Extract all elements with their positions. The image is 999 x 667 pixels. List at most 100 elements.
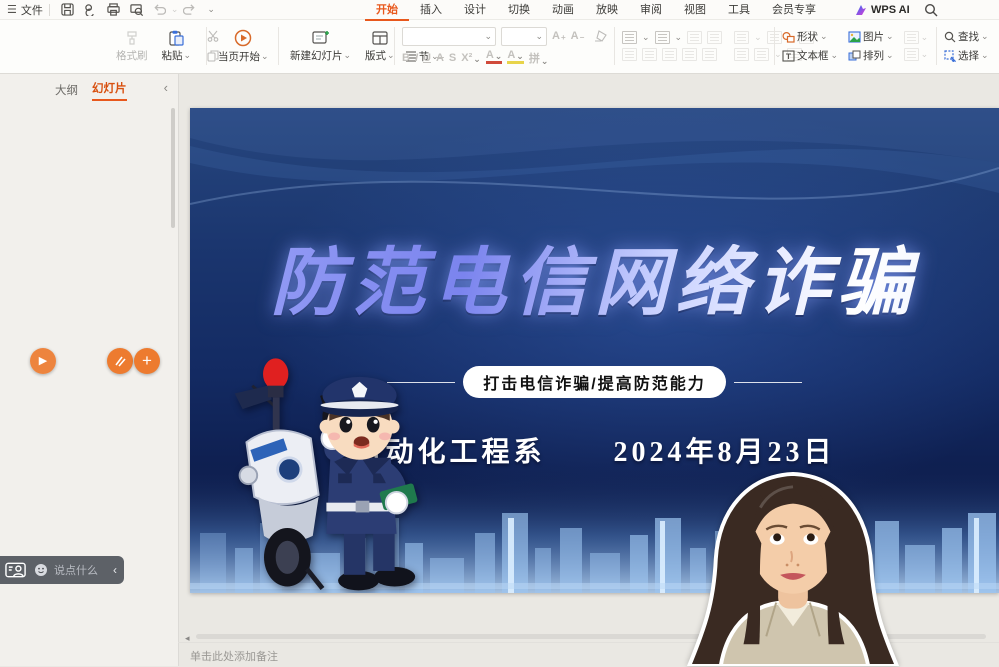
editing-group: 查找⌄ 选择⌄: [944, 19, 989, 73]
outline-color-icon[interactable]: [904, 48, 919, 61]
strikethrough-button[interactable]: A: [436, 52, 444, 64]
arrange-button[interactable]: 排列⌄: [848, 48, 894, 63]
shapes-button[interactable]: 形状⌄: [782, 29, 838, 44]
paste-button[interactable]: 粘贴⌄: [158, 28, 196, 65]
notes-placeholder: 单击此处添加备注: [190, 648, 278, 664]
format-painter-button[interactable]: 格式刷: [112, 28, 152, 65]
share-icon[interactable]: [83, 2, 98, 17]
wps-ai-button[interactable]: WPS AI: [855, 4, 910, 16]
tab-home[interactable]: 开始: [365, 0, 409, 21]
police-officer-illustration[interactable]: [225, 348, 420, 593]
save-icon[interactable]: [60, 2, 75, 17]
decrease-font-button[interactable]: A−: [571, 30, 585, 42]
new-slide-button[interactable]: 新建幻灯片⌄: [286, 28, 355, 65]
undo-icon[interactable]: [152, 2, 167, 17]
shapes-icon: [782, 31, 795, 43]
magic-brush-icon: [114, 355, 126, 367]
webcam-comment-bar[interactable]: 说点什么 ‹: [0, 556, 124, 584]
distribute-icon[interactable]: [702, 48, 717, 61]
beautify-button[interactable]: [107, 348, 133, 374]
tab-design[interactable]: 设计: [453, 0, 497, 21]
webcam-presenter-overlay[interactable]: [648, 468, 938, 666]
emoji-icon[interactable]: [34, 563, 48, 577]
font-color-button[interactable]: A⌄: [486, 51, 503, 64]
superscript-button[interactable]: X²⌄: [461, 52, 481, 64]
outline-tab[interactable]: 大纲: [55, 82, 78, 98]
format-painter-icon: [124, 30, 140, 46]
undo-caret-icon[interactable]: ⌄: [171, 5, 179, 14]
tab-transition[interactable]: 切换: [497, 0, 541, 21]
font-family-select[interactable]: ⌄: [402, 27, 496, 46]
text-direction-icon[interactable]: [734, 31, 749, 44]
print-icon[interactable]: [106, 2, 121, 17]
collapse-bar-icon[interactable]: ‹: [113, 563, 117, 577]
align-center-icon[interactable]: [642, 48, 657, 61]
picture-button[interactable]: 图片⌄: [848, 29, 894, 44]
top-menu-bar: ☰ 文件 ⌄ ⌄ 开始 插入 设计 切换 动画 放映 审阅 视图 工具 会员专享…: [0, 0, 999, 20]
tab-review[interactable]: 审阅: [629, 0, 673, 21]
panel-scrollbar[interactable]: [171, 108, 175, 228]
search-icon[interactable]: [924, 2, 939, 17]
shadow-button[interactable]: S: [449, 52, 456, 64]
font-size-select[interactable]: ⌄: [501, 27, 547, 46]
tab-membership[interactable]: 会员专享: [761, 0, 827, 21]
highlight-button[interactable]: A⌄: [507, 51, 524, 64]
find-button[interactable]: 查找⌄: [944, 29, 989, 44]
arrange-icon: [848, 50, 861, 62]
textbox-icon: [782, 50, 795, 62]
font-group: ⌄ ⌄ A+ A− B I U A S X²⌄ A⌄ A⌄ 拼⌄: [402, 19, 612, 73]
play-slide-button[interactable]: ▶: [30, 348, 56, 374]
bold-button[interactable]: B: [402, 52, 410, 64]
new-slide-icon: [312, 30, 330, 46]
hamburger-icon[interactable]: ☰: [7, 3, 17, 16]
justify-icon[interactable]: [682, 48, 697, 61]
start-from-current-button[interactable]: 当页开始⌄: [214, 27, 273, 66]
print-preview-icon[interactable]: [129, 2, 144, 17]
ribbon: 格式刷 粘贴⌄ 当页开始⌄ 新建幻灯片⌄ 版式⌄ 重置: [0, 19, 999, 74]
layout-button[interactable]: 版式⌄: [361, 28, 399, 65]
align-right-icon[interactable]: [662, 48, 677, 61]
insert-group: 形状⌄ 文本框⌄ 图片⌄ 排列⌄ ⌄ ⌄: [782, 19, 928, 73]
collapse-panel-icon[interactable]: ‹: [164, 80, 168, 95]
numbering-icon[interactable]: [655, 31, 670, 44]
start-caret-icon: ⌄: [261, 52, 269, 61]
tab-slideshow[interactable]: 放映: [585, 0, 629, 21]
comment-placeholder[interactable]: 说点什么: [54, 562, 98, 578]
slides-tab[interactable]: 幻灯片: [92, 80, 127, 101]
textbox-button[interactable]: 文本框⌄: [782, 48, 838, 63]
tab-animation[interactable]: 动画: [541, 0, 585, 21]
fill-color-icon[interactable]: [904, 31, 919, 44]
play-current-icon: [234, 29, 252, 47]
numbering2-icon[interactable]: [754, 48, 769, 61]
indent-increase-icon[interactable]: [707, 31, 722, 44]
bullets-icon[interactable]: [622, 31, 637, 44]
columns-icon[interactable]: [734, 48, 749, 61]
italic-button[interactable]: I: [415, 52, 418, 64]
increase-font-button[interactable]: A+: [552, 30, 566, 42]
wps-ai-icon: [855, 4, 867, 16]
underline-button[interactable]: U: [423, 52, 431, 64]
play-group: 当页开始⌄: [214, 19, 273, 73]
hscroll-left-arrow-icon[interactable]: ◂: [185, 633, 190, 644]
slide-date[interactable]: 2024年8月23日: [614, 430, 836, 470]
clear-format-icon[interactable]: [593, 29, 608, 44]
phonetic-button[interactable]: 拼⌄: [529, 50, 549, 66]
subtitle-right-line: [734, 382, 802, 383]
find-icon: [944, 31, 956, 43]
file-menu[interactable]: 文件: [21, 2, 43, 18]
toolbar-more-caret-icon[interactable]: ⌄: [207, 5, 215, 14]
tab-insert[interactable]: 插入: [409, 0, 453, 21]
indent-decrease-icon[interactable]: [687, 31, 702, 44]
presenter-camera-icon: [5, 562, 27, 579]
ribbon-tabs: 开始 插入 设计 切换 动画 放映 审阅 视图 工具 会员专享: [365, 0, 827, 21]
align-left-icon[interactable]: [622, 48, 637, 61]
tab-view[interactable]: 视图: [673, 0, 717, 21]
select-icon: [944, 50, 956, 62]
add-slide-circle-button[interactable]: +: [134, 348, 160, 374]
redo-icon[interactable]: [182, 2, 197, 17]
divider: [49, 4, 50, 16]
slide-subtitle-pill[interactable]: 打击电信诈骗/提高防范能力: [463, 366, 725, 398]
slide-title-textbox[interactable]: 防范电信网络诈骗: [190, 244, 999, 322]
tab-tools[interactable]: 工具: [717, 0, 761, 21]
select-button[interactable]: 选择⌄: [944, 48, 989, 63]
